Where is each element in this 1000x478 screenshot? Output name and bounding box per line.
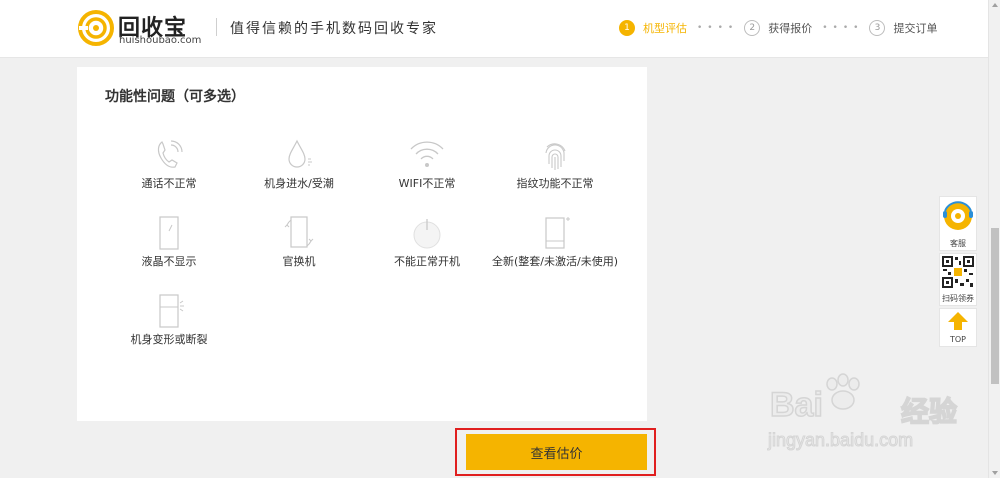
- scroll-down-icon[interactable]: [992, 471, 998, 475]
- option-wifi-issue[interactable]: WIFI不正常: [357, 137, 497, 191]
- step-number: 2: [744, 20, 761, 36]
- option-fingerprint-issue[interactable]: 指纹功能不正常: [485, 137, 625, 191]
- section-title: 功能性问题（可多选）: [105, 89, 245, 105]
- logo-domain: huishoubao.com: [119, 35, 202, 46]
- paw-icon: [826, 373, 860, 410]
- option-call-issue[interactable]: 通话不正常: [99, 137, 239, 191]
- functional-issues-panel: 功能性问题（可多选） 通话不正常 机身进水/受潮 WIFI不正常 指纹功能不正常…: [77, 67, 647, 421]
- step-label: 机型评估: [643, 22, 687, 35]
- phone-call-icon: [157, 140, 183, 168]
- phone-swap-icon: [284, 216, 314, 248]
- option-water-damage[interactable]: 机身进水/受潮: [229, 137, 369, 191]
- option-label: WIFI不正常: [398, 177, 456, 190]
- blank-screen-icon: [159, 216, 179, 250]
- service-mascot-icon: [943, 201, 973, 230]
- header-divider: [216, 18, 217, 36]
- option-lcd-blank[interactable]: 液晶不显示: [99, 215, 239, 269]
- step-number: 1: [619, 20, 635, 36]
- watermark-brand: Bai: [769, 385, 823, 425]
- power-icon: [413, 219, 441, 249]
- vertical-scrollbar[interactable]: [988, 0, 1000, 478]
- qr-label: 扫码领券: [942, 294, 974, 303]
- back-to-top-button[interactable]: TOP: [939, 308, 977, 347]
- step-separator: ••••: [822, 23, 864, 33]
- logo-icon[interactable]: [78, 10, 114, 46]
- option-label: 不能正常开机: [394, 255, 460, 268]
- step-label: 提交订单: [893, 22, 938, 35]
- option-label: 机身进水/受潮: [264, 177, 334, 190]
- arrow-up-icon: [948, 312, 968, 330]
- watermark-brand-cn: 经验: [900, 394, 958, 429]
- option-label: 机身变形或断裂: [130, 333, 208, 346]
- step-submit: 3 提交订单: [869, 20, 937, 36]
- option-label: 液晶不显示: [141, 255, 197, 268]
- top-label: TOP: [949, 335, 966, 344]
- option-official-replacement[interactable]: 官换机: [229, 215, 369, 269]
- option-brand-new[interactable]: 全新(整套/未激活/未使用): [485, 215, 625, 269]
- step-evaluate: 1 机型评估: [619, 20, 687, 36]
- option-label: 通话不正常: [141, 177, 197, 190]
- service-label: 客服: [950, 239, 966, 248]
- new-phone-icon: [545, 217, 570, 249]
- wifi-icon: [410, 141, 444, 167]
- option-body-deformed[interactable]: 机身变形或断裂: [99, 293, 239, 347]
- floating-sidebar: 客服 扫码领券 TOP: [939, 196, 977, 349]
- progress-steps: 1 机型评估 •••• 2 获得报价 •••• 3 提交订单: [619, 19, 937, 37]
- qr-coupon-button[interactable]: 扫码领券: [939, 253, 977, 306]
- option-cannot-power-on[interactable]: 不能正常开机: [357, 215, 497, 269]
- step-separator: ••••: [697, 23, 739, 33]
- option-label: 指纹功能不正常: [516, 177, 594, 190]
- baidu-jingyan-watermark: Bai 经验 jingyan.baidu.com: [758, 372, 968, 462]
- site-header: 回收宝 huishoubao.com 值得信赖的手机数码回收专家 1 机型评估 …: [0, 0, 988, 58]
- fingerprint-icon: [545, 143, 566, 170]
- option-label: 官换机: [282, 255, 316, 268]
- scrollbar-thumb[interactable]: [991, 228, 999, 384]
- step-number: 3: [869, 20, 886, 36]
- slogan: 值得信赖的手机数码回收专家: [230, 21, 438, 37]
- customer-service-button[interactable]: 客服: [939, 196, 977, 251]
- scroll-up-icon[interactable]: [992, 3, 998, 7]
- watermark-url: jingyan.baidu.com: [767, 430, 914, 451]
- option-label: 全新(整套/未激活/未使用): [492, 255, 618, 268]
- view-estimate-button[interactable]: 查看估价: [466, 434, 647, 470]
- water-drop-icon: [288, 139, 312, 168]
- step-label: 获得报价: [768, 22, 813, 35]
- broken-phone-icon: [159, 294, 184, 328]
- qr-code-icon: [942, 256, 974, 288]
- step-quote: 2 获得报价: [744, 20, 812, 36]
